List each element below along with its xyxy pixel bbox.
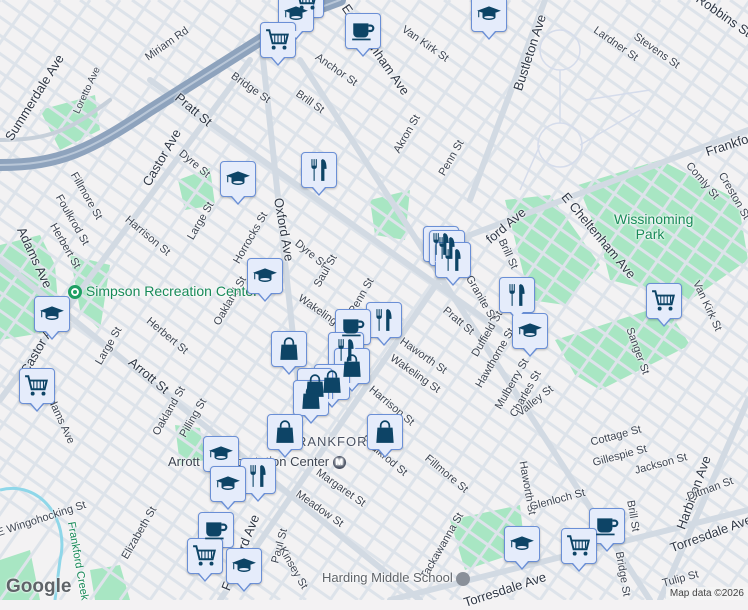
marker-restaurant[interactable] <box>435 242 471 286</box>
street-line <box>268 0 692 600</box>
marker-cart[interactable] <box>187 538 223 582</box>
cart-icon <box>265 27 291 53</box>
marker-cart[interactable] <box>561 528 597 572</box>
marker-restaurant[interactable] <box>499 277 535 321</box>
marker-school[interactable] <box>247 258 283 302</box>
school-icon <box>215 471 241 497</box>
marker-restaurant[interactable] <box>366 302 402 346</box>
marker-school[interactable] <box>203 436 239 480</box>
restaurant-icon <box>504 282 530 308</box>
restaurant-icon <box>371 307 397 333</box>
school-icon <box>231 553 257 579</box>
marker-school[interactable] <box>504 526 540 570</box>
coffee-icon <box>350 18 376 44</box>
school-icon <box>208 441 234 467</box>
google-logo[interactable]: Google <box>6 576 71 598</box>
cart-icon <box>651 288 677 314</box>
marker-bag[interactable] <box>271 331 307 375</box>
coffee-icon <box>594 513 620 539</box>
marker-school[interactable] <box>471 0 507 40</box>
marker-bag[interactable] <box>367 414 403 458</box>
street-grid <box>0 0 748 600</box>
marker-school[interactable] <box>226 548 262 592</box>
marker-bag[interactable] <box>267 414 303 458</box>
school-icon <box>283 1 309 27</box>
map-attribution[interactable]: Map data ©2026 <box>665 587 748 600</box>
restaurant-icon <box>245 463 271 489</box>
cart-icon <box>566 533 592 559</box>
school-icon <box>252 263 278 289</box>
school-icon <box>509 531 535 557</box>
cart-icon <box>24 373 50 399</box>
coffee-icon <box>203 517 229 543</box>
marker-cart[interactable] <box>646 283 682 327</box>
bag-icon <box>298 385 324 411</box>
restaurant-icon <box>306 157 332 183</box>
school-icon <box>39 301 65 327</box>
marker-bag[interactable] <box>293 380 329 424</box>
bag-icon <box>276 336 302 362</box>
marker-restaurant[interactable] <box>301 152 337 196</box>
bag-icon <box>372 419 398 445</box>
school-icon <box>517 318 543 344</box>
marker-restaurant[interactable] <box>240 458 276 502</box>
marker-cart[interactable] <box>260 22 296 66</box>
bag-icon <box>272 419 298 445</box>
marker-school[interactable] <box>34 296 70 340</box>
marker-school[interactable] <box>220 161 256 205</box>
marker-cart[interactable] <box>19 368 55 412</box>
map-canvas[interactable] <box>0 0 748 600</box>
cemetery-paths <box>519 29 651 191</box>
marker-coffee[interactable] <box>345 13 381 57</box>
marker-school[interactable] <box>210 466 246 510</box>
marker-coffee[interactable] <box>589 508 625 552</box>
school-icon <box>225 166 251 192</box>
restaurant-icon <box>440 247 466 273</box>
marker-school[interactable] <box>512 313 548 357</box>
school-icon <box>476 1 502 27</box>
cart-icon <box>192 543 218 569</box>
